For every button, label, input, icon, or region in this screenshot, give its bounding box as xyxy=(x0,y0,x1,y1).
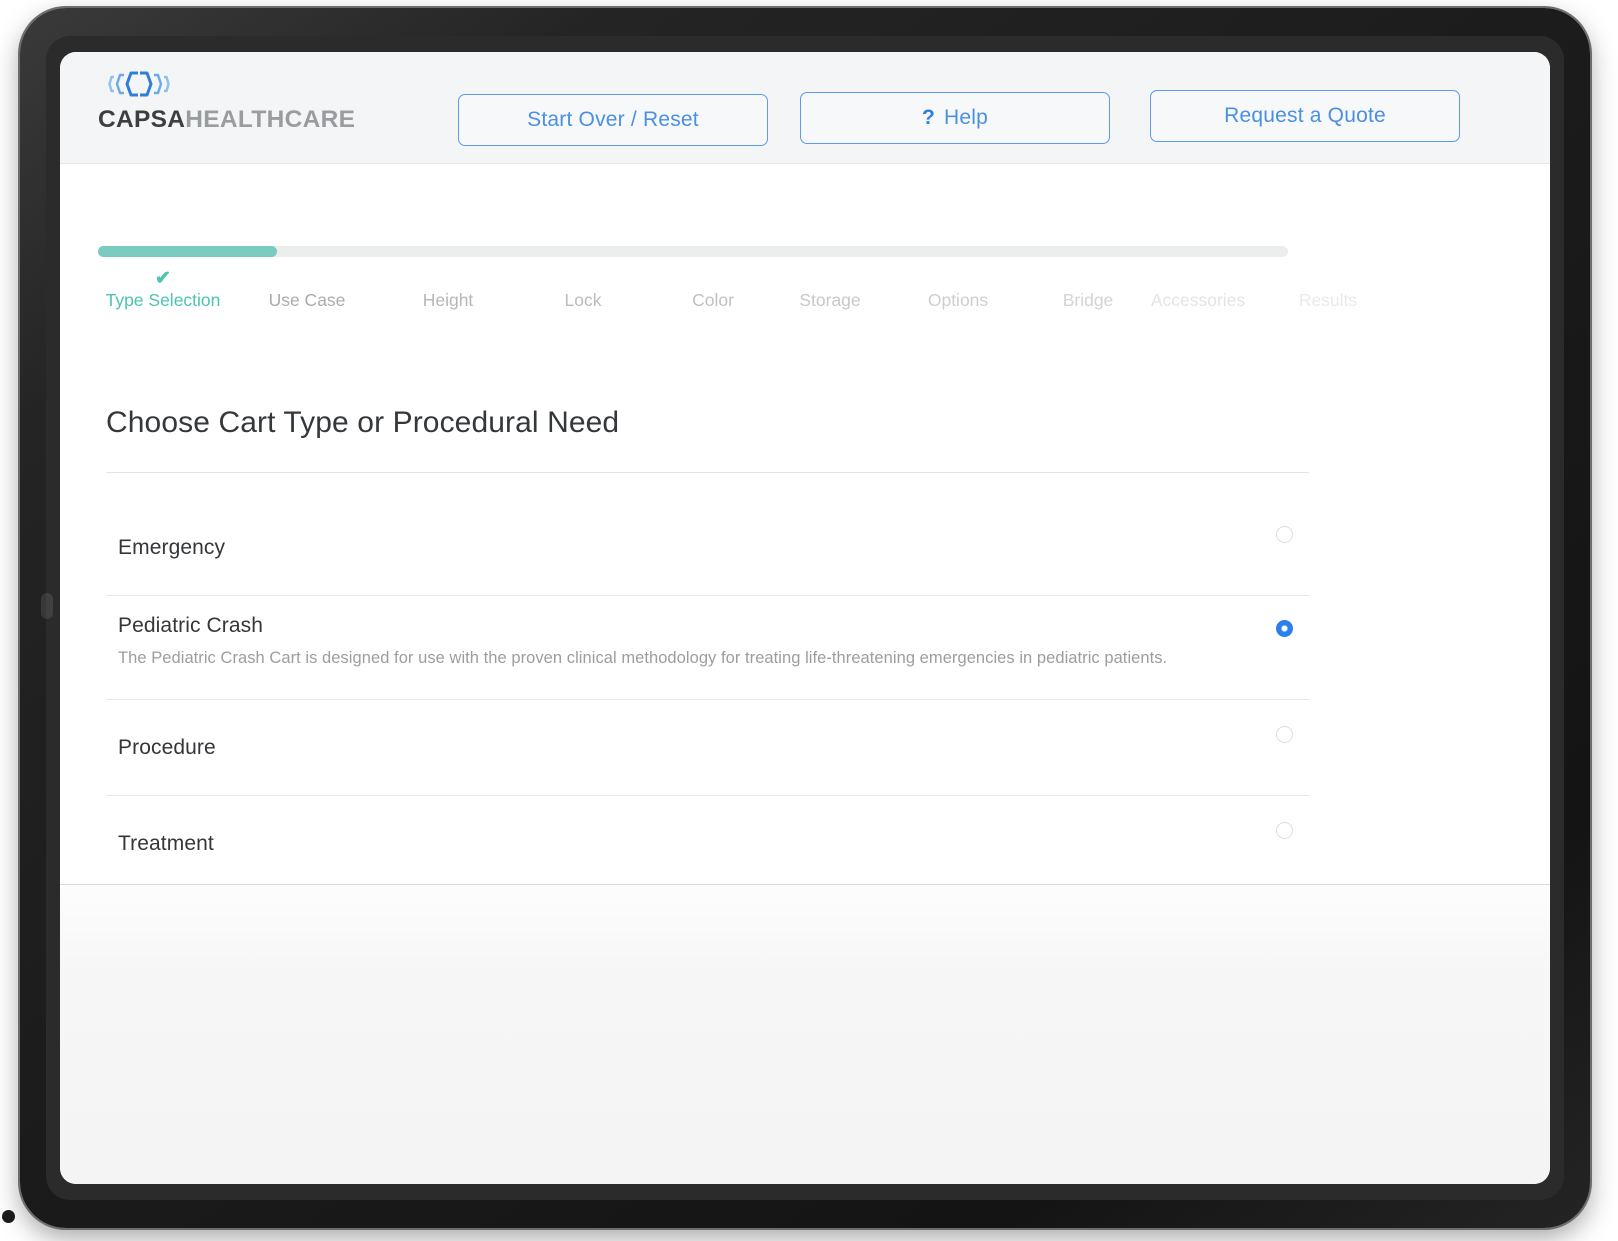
cart-type-option-row[interactable]: Treatment xyxy=(106,796,1309,892)
checkmark-icon xyxy=(1253,268,1403,290)
progress-bar-fill xyxy=(98,246,277,257)
radio-button-unselected[interactable] xyxy=(1276,822,1293,839)
progress-bar-track xyxy=(98,246,1288,257)
cart-type-option-description: The Pediatric Crash Cart is designed for… xyxy=(118,649,1168,667)
wizard-step-lock[interactable]: Lock xyxy=(508,268,658,311)
cart-type-option-row[interactable]: Procedure xyxy=(106,700,1309,796)
page-title: Choose Cart Type or Procedural Need xyxy=(106,406,620,439)
tablet-device-frame: CAPSAHEALTHCARE Start Over / Reset ? Help… xyxy=(20,8,1590,1228)
checkmark-icon xyxy=(373,268,523,290)
cart-type-option-label: Emergency xyxy=(118,536,226,559)
cart-type-option-label: Pediatric Crash xyxy=(118,614,264,637)
wizard-progress-area: ✔ Type Selection Use Case Height Lock Color St… xyxy=(60,164,1550,324)
checkmark-icon xyxy=(883,268,1033,290)
wizard-step-height[interactable]: Height xyxy=(373,268,523,311)
radio-button-unselected[interactable] xyxy=(1276,726,1293,743)
wizard-step-label: Lock xyxy=(564,290,602,310)
wizard-step-use-case[interactable]: Use Case xyxy=(232,268,382,311)
cart-type-option-label: Treatment xyxy=(118,832,214,855)
capsa-bracket-logo-icon xyxy=(108,71,170,97)
brand-wordmark: CAPSAHEALTHCARE xyxy=(98,106,398,134)
cart-type-option-list: Emergency Pediatric Crash The Pediatric Cr… xyxy=(106,500,1309,892)
main-content: Choose Cart Type or Procedural Need Emer… xyxy=(60,324,1550,892)
wizard-step-label: Type Selection xyxy=(105,290,221,310)
wizard-step-label: Options xyxy=(927,290,989,310)
checkmark-icon xyxy=(1123,268,1273,290)
tablet-screen: CAPSAHEALTHCARE Start Over / Reset ? Help… xyxy=(60,52,1550,1184)
app-header: CAPSAHEALTHCARE Start Over / Reset ? Help… xyxy=(60,52,1550,164)
wizard-step-options[interactable]: Options xyxy=(883,268,1033,311)
cart-type-option-row[interactable]: Pediatric Crash The Pediatric Crash Cart … xyxy=(106,596,1309,700)
wizard-step-results[interactable]: Results xyxy=(1253,268,1403,311)
checkmark-icon xyxy=(232,268,382,290)
wizard-step-label: Height xyxy=(422,290,474,310)
checkmark-icon xyxy=(508,268,658,290)
lower-inert-panel xyxy=(60,884,1550,1184)
bezel-sensor-notch xyxy=(41,593,53,619)
wizard-step-label: Use Case xyxy=(268,290,346,310)
help-button[interactable]: ? Help xyxy=(800,92,1110,144)
wizard-step-list: ✔ Type Selection Use Case Height Lock Color St… xyxy=(98,268,1358,328)
question-mark-icon: ? xyxy=(921,106,936,129)
brand-name-secondary: HEALTHCARE xyxy=(185,106,356,133)
radio-button-selected[interactable] xyxy=(1276,620,1293,637)
brand-logo: CAPSAHEALTHCARE xyxy=(98,68,398,134)
title-divider xyxy=(106,472,1309,473)
cart-type-option-row[interactable]: Emergency xyxy=(106,500,1309,596)
brand-name-primary: CAPSA xyxy=(98,106,186,133)
wizard-step-accessories[interactable]: Accessories xyxy=(1123,268,1273,311)
help-button-label: Help xyxy=(944,106,989,129)
checkmark-icon: ✔ xyxy=(155,268,171,289)
radio-button-unselected[interactable] xyxy=(1276,526,1293,543)
request-a-quote-button[interactable]: Request a Quote xyxy=(1150,90,1460,142)
start-over-reset-button[interactable]: Start Over / Reset xyxy=(458,94,768,146)
screen-artifact-dot xyxy=(2,1210,15,1223)
wizard-step-label: Results xyxy=(1298,290,1358,310)
cart-type-option-label: Procedure xyxy=(118,736,216,759)
wizard-step-label: Accessories xyxy=(1150,290,1246,310)
wizard-step-type-selection[interactable]: ✔ Type Selection xyxy=(88,268,238,311)
